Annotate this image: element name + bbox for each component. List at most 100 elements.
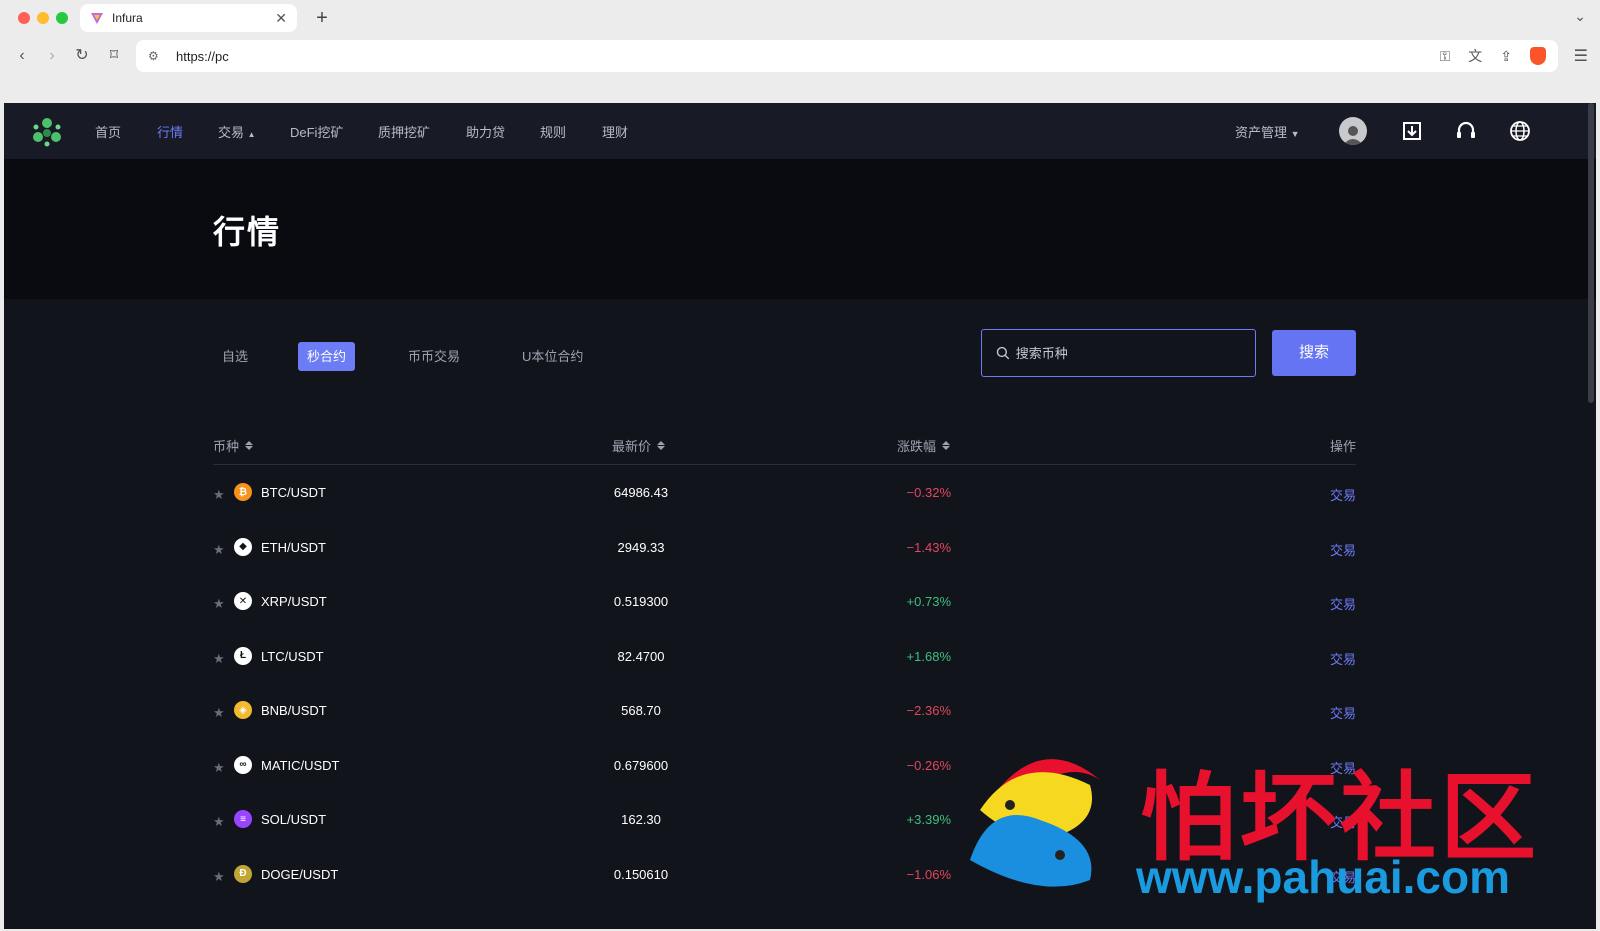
forward-icon[interactable]: › — [42, 46, 62, 66]
table-row[interactable]: ★ ◆ ETH/USDT 2949.33 −1.43% 交易 — [213, 521, 1356, 576]
key-icon[interactable]: ⚿ — [1440, 48, 1451, 65]
favorite-star-icon[interactable]: ★ — [213, 542, 225, 558]
header-coin[interactable]: 币种 — [213, 436, 254, 455]
nav-rules[interactable]: 规则 — [540, 122, 566, 141]
favorite-star-icon[interactable]: ★ — [213, 487, 225, 503]
page-scrollbar[interactable] — [1588, 103, 1594, 403]
table-row[interactable]: ★ ₿ BTC/USDT 64986.43 −0.32% 交易 — [213, 466, 1356, 521]
web-page: 首页 行情 交易 ▲ DeFi挖矿 质押挖矿 助力贷 规则 理财 资产管理 ▼ … — [4, 103, 1596, 929]
header-change-label: 涨跌幅 — [897, 439, 937, 454]
trade-link[interactable]: 交易 — [1330, 540, 1356, 559]
download-button[interactable] — [1398, 117, 1426, 145]
nav-loan[interactable]: 助力贷 — [466, 122, 505, 141]
nav-home[interactable]: 首页 — [95, 122, 121, 141]
trade-link[interactable]: 交易 — [1330, 649, 1356, 668]
header-action: 操作 — [1330, 436, 1356, 455]
price-change: −2.36% — [906, 703, 951, 718]
tab-title: Infura — [112, 11, 143, 25]
tab-list-chevron-icon[interactable]: ⌄ — [1574, 8, 1586, 25]
tab-second-contract[interactable]: 秒合约 — [298, 342, 356, 371]
nav-defi-mining[interactable]: DeFi挖矿 — [290, 122, 343, 141]
new-tab-button[interactable]: + — [310, 6, 334, 30]
header-change[interactable]: 涨跌幅 — [897, 436, 951, 455]
header-coin-label: 币种 — [213, 439, 240, 454]
favorite-star-icon[interactable]: ★ — [213, 760, 225, 776]
trade-link[interactable]: 交易 — [1330, 485, 1356, 504]
nav-finance[interactable]: 理财 — [602, 122, 628, 141]
site-settings-icon[interactable]: ⚙ — [148, 49, 162, 63]
url-text: https://pc — [176, 48, 229, 64]
latest-price: 0.679600 — [613, 757, 669, 773]
trade-link[interactable]: 交易 — [1330, 703, 1356, 722]
minimize-window-button[interactable] — [37, 12, 49, 24]
coin-pair: LTC/USDT — [261, 648, 324, 664]
nav-trade[interactable]: 交易 ▲ — [218, 122, 256, 141]
latest-price: 82.4700 — [617, 648, 665, 664]
infura-favicon-icon — [91, 13, 103, 24]
user-account-button[interactable] — [1339, 117, 1367, 145]
trade-link[interactable]: 交易 — [1330, 594, 1356, 613]
table-row[interactable]: ★ Ł LTC/USDT 82.4700 +1.68% 交易 — [213, 630, 1356, 685]
table-header: 币种 最新价 涨跌幅 操作 — [213, 433, 1356, 465]
browser-menu-icon[interactable]: ☰ — [1574, 46, 1588, 66]
favorite-star-icon[interactable]: ★ — [213, 814, 225, 830]
favorite-star-icon[interactable]: ★ — [213, 596, 225, 612]
site-logo-icon[interactable] — [32, 117, 62, 147]
browser-chrome: Infura ✕ + ⌄ ‹ › ↻ ⌑ ⚙ https://pc ⚿ 文 ⇪ … — [0, 0, 1600, 103]
back-icon[interactable]: ‹ — [12, 46, 32, 66]
browser-tab[interactable]: Infura ✕ — [80, 4, 297, 32]
translate-icon[interactable]: 文 — [1468, 46, 1482, 66]
search-box — [981, 329, 1256, 377]
search-icon — [996, 346, 1010, 360]
table-row[interactable]: ★ Ð DOGE/USDT 0.150610 −1.06% 交易 — [213, 848, 1356, 903]
brave-shield-icon[interactable] — [1530, 47, 1546, 65]
latest-price: 64986.43 — [613, 485, 669, 500]
headset-icon — [1457, 121, 1475, 138]
tab-spot-trading[interactable]: 币币交易 — [399, 342, 469, 371]
sort-icon — [245, 441, 254, 450]
table-row[interactable]: ★ ◈ BNB/USDT 568.70 −2.36% 交易 — [213, 684, 1356, 739]
trade-link[interactable]: 交易 — [1330, 758, 1356, 777]
caret-down-icon: ▼ — [1290, 129, 1300, 139]
trade-link[interactable]: 交易 — [1330, 812, 1356, 831]
bnb-icon: ◈ — [234, 701, 252, 719]
favorite-star-icon[interactable]: ★ — [213, 705, 225, 721]
asset-management-menu[interactable]: 资产管理 ▼ — [1235, 122, 1300, 141]
language-button[interactable] — [1506, 117, 1534, 145]
latest-price: 0.519300 — [613, 594, 669, 609]
table-row[interactable]: ★ ∞ MATIC/USDT 0.679600 −0.26% 交易 — [213, 739, 1356, 794]
header-price[interactable]: 最新价 — [612, 436, 666, 455]
tab-usdt-futures[interactable]: U本位合约 — [513, 342, 592, 371]
latest-price: 2949.33 — [617, 539, 665, 555]
reload-icon[interactable]: ↻ — [72, 46, 92, 66]
market-table-body: ★ ₿ BTC/USDT 64986.43 −0.32% 交易 ★ ◆ ETH/USDT 2949… — [213, 466, 1356, 902]
favorite-star-icon[interactable]: ★ — [213, 651, 225, 667]
share-icon[interactable]: ⇪ — [1500, 48, 1512, 65]
search-button[interactable]: 搜索 — [1272, 330, 1356, 376]
xrp-icon: ✕ — [234, 592, 252, 610]
address-bar[interactable]: ⚙ https://pc ⚿ 文 ⇪ — [136, 40, 1558, 72]
coin-pair: DOGE/USDT — [261, 866, 339, 882]
close-window-button[interactable] — [18, 12, 30, 24]
favorite-star-icon[interactable]: ★ — [213, 869, 225, 885]
trade-link[interactable]: 交易 — [1330, 867, 1356, 886]
bookmark-icon[interactable]: ⌑ — [104, 46, 124, 66]
ethereum-icon: ◆ — [234, 537, 252, 556]
coin-pair: ETH/USDT — [261, 539, 326, 555]
nav-market[interactable]: 行情 — [157, 122, 183, 141]
price-change: +1.68% — [906, 648, 951, 664]
customer-service-button[interactable] — [1452, 117, 1480, 145]
maximize-window-button[interactable] — [56, 12, 68, 24]
doge-icon: Ð — [234, 864, 252, 883]
coin-pair: XRP/USDT — [261, 594, 327, 609]
table-row[interactable]: ★ ≡ SOL/USDT 162.30 +3.39% 交易 — [213, 793, 1356, 848]
coin-pair: MATIC/USDT — [261, 757, 340, 773]
price-change: +0.73% — [906, 594, 951, 609]
sort-icon — [942, 441, 951, 450]
search-input[interactable] — [1015, 345, 1241, 361]
tab-favorites[interactable]: 自选 — [213, 342, 257, 371]
nav-staking-mining[interactable]: 质押挖矿 — [378, 122, 430, 141]
close-tab-icon[interactable]: ✕ — [275, 10, 287, 27]
price-change: −1.43% — [906, 539, 951, 555]
table-row[interactable]: ★ ✕ XRP/USDT 0.519300 +0.73% 交易 — [213, 575, 1356, 630]
